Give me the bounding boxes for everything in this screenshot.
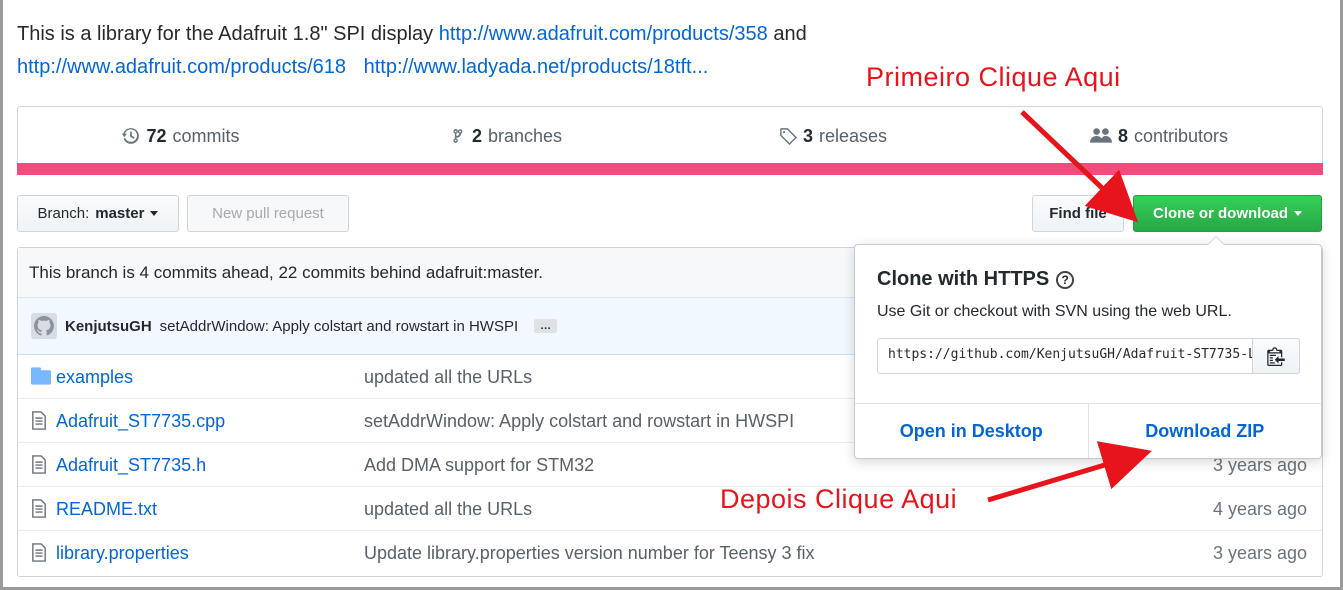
arrow-to-download-zip [987, 441, 1152, 503]
annotation-arrows [987, 110, 1152, 503]
arrow-to-clone-button [1020, 110, 1139, 223]
